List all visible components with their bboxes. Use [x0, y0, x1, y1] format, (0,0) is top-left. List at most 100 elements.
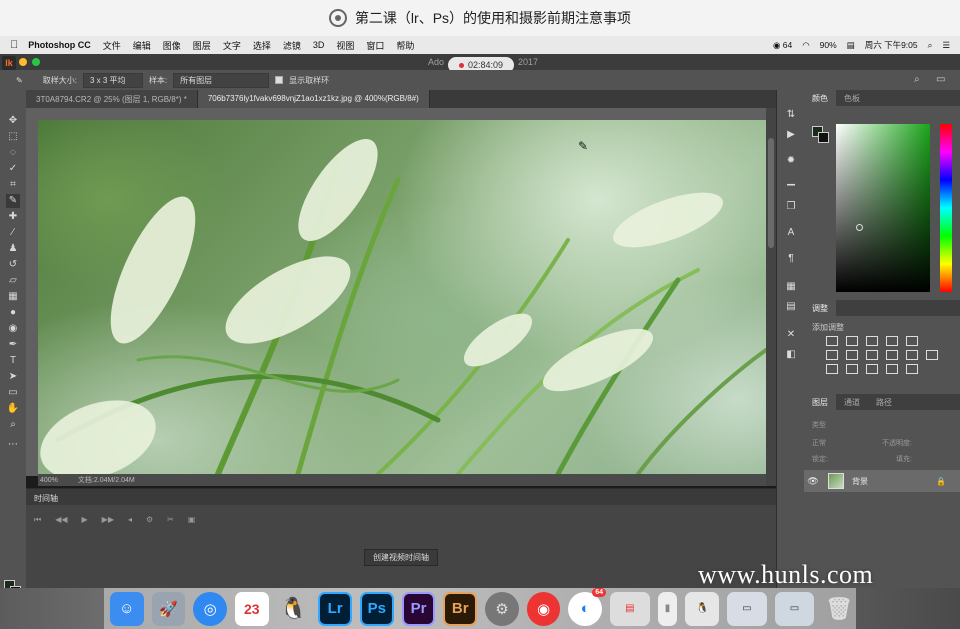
color-balance-icon[interactable] [846, 350, 858, 360]
audio-icon[interactable]: ◂ [128, 515, 132, 525]
apple-menu-icon[interactable]:  [10, 39, 18, 51]
system-preferences-icon[interactable]: ⚙ [485, 591, 519, 626]
split-icon[interactable]: ✂ [167, 515, 174, 525]
gradient-map-icon[interactable] [886, 364, 898, 374]
show-sampling-ring-checkbox[interactable] [275, 76, 284, 84]
channel-mixer-icon[interactable] [906, 350, 918, 360]
wifi-icon[interactable]: ◠ [802, 40, 809, 51]
zoom-tool-icon[interactable]: ⌕ [6, 418, 20, 432]
hue-slider[interactable] [940, 124, 952, 292]
color-picker-handle[interactable] [856, 224, 863, 231]
hue-saturation-icon[interactable] [826, 350, 838, 360]
blur-tool-icon[interactable]: ● [6, 306, 20, 320]
play-icon[interactable]: ▶ [82, 515, 88, 525]
canvas-scrollbar[interactable] [766, 108, 776, 486]
menu-edit[interactable]: 编辑 [133, 39, 151, 52]
brush-presets-icon[interactable]: ▁ [784, 174, 798, 188]
threshold-icon[interactable] [866, 364, 878, 374]
tab-color[interactable]: 颜色 [804, 90, 836, 106]
hand-tool-icon[interactable]: ✋ [6, 402, 20, 416]
app-menu[interactable]: Photoshop CC [28, 40, 91, 50]
workspace-switcher-icon[interactable]: ▭ [936, 74, 945, 85]
calendar-icon[interactable]: 23 [234, 591, 269, 626]
blend-mode-select[interactable]: 正常 [812, 438, 826, 448]
sample-layers-select[interactable]: 所有图层 [173, 72, 270, 88]
posterize-icon[interactable] [846, 364, 858, 374]
document-canvas[interactable]: ✎ [38, 120, 766, 474]
next-frame-icon[interactable]: ▶▶ [102, 515, 114, 525]
screenshot-thumbnail-icon[interactable]: ▤ [610, 591, 650, 626]
tab-paths[interactable]: 路径 [868, 394, 900, 410]
premiere-icon[interactable]: Pr [401, 591, 436, 626]
finder-icon[interactable]: ☺ [110, 591, 144, 626]
opacity-label[interactable]: 不透明度: [882, 438, 912, 448]
menu-filter[interactable]: 滤镜 [283, 39, 301, 52]
photoshop-icon[interactable]: Ps [359, 591, 394, 626]
paragraph-panel-icon[interactable]: ¶ [784, 252, 798, 266]
quick-select-tool-icon[interactable]: ✓ [6, 162, 20, 176]
tab-raw-document[interactable]: 3T0A8794.CR2 @ 25% (图层 1, RGB/8*) * [26, 90, 198, 108]
brightness-contrast-icon[interactable] [826, 336, 838, 346]
path-select-tool-icon[interactable]: ➤ [6, 370, 20, 384]
more-tools-icon[interactable]: ⋯ [6, 438, 20, 452]
search-icon[interactable]: ⌕ [914, 74, 920, 85]
type-tool-icon[interactable]: T [6, 354, 20, 368]
status-badge[interactable]: ◉ 64 [773, 40, 792, 51]
eyedropper-tool-icon[interactable]: ✎ [16, 76, 23, 85]
go-to-first-frame-icon[interactable]: ⏮ [34, 515, 41, 525]
spotlight-icon[interactable]: ⌕ [928, 40, 933, 51]
clone-stamp-tool-icon[interactable]: ♟ [6, 242, 20, 256]
crop-tool-icon[interactable]: ⌗ [6, 178, 20, 192]
bridge-icon[interactable]: Br [443, 591, 478, 626]
selective-color-icon[interactable] [906, 364, 918, 374]
menu-3d[interactable]: 3D [313, 40, 325, 50]
move-tool-icon[interactable]: ✥ [6, 114, 20, 128]
menu-select[interactable]: 选择 [253, 39, 271, 52]
panel-bg-swatch[interactable] [818, 132, 829, 143]
flag-icon[interactable]: ▤ [847, 40, 855, 51]
dodge-tool-icon[interactable]: ◉ [6, 322, 20, 336]
marquee-tool-icon[interactable]: ⬚ [6, 130, 20, 144]
menu-file[interactable]: 文件 [103, 39, 121, 52]
menu-view[interactable]: 视图 [336, 39, 354, 52]
create-video-timeline-button[interactable]: 创建视频时间轴 [364, 549, 438, 566]
battery-level[interactable]: 90% [820, 40, 837, 50]
layer-visibility-eye-icon[interactable]: 👁 [804, 476, 822, 487]
menu-window[interactable]: 窗口 [366, 39, 384, 52]
pen-tool-icon[interactable]: ✒ [6, 338, 20, 352]
settings-gear-icon[interactable]: ⚙ [146, 515, 153, 525]
document-thumbnail-icon[interactable]: ▮ [657, 591, 678, 626]
vibrance-icon[interactable] [906, 336, 918, 346]
history-brush-tool-icon[interactable]: ↺ [6, 258, 20, 272]
scrollbar-thumb[interactable] [768, 138, 774, 248]
layer-row-background[interactable]: 👁 背景 🔒 [804, 470, 960, 492]
black-white-icon[interactable] [866, 350, 878, 360]
fill-label[interactable]: 填充: [896, 454, 912, 464]
launchpad-icon[interactable]: 🚀 [151, 591, 186, 626]
menu-type[interactable]: 文字 [223, 39, 241, 52]
healing-tool-icon[interactable]: ✚ [6, 210, 20, 224]
display-window-thumbnail-icon[interactable]: ▭ [727, 591, 767, 626]
layer-kind-filter[interactable]: 类型 [812, 420, 826, 430]
levels-icon[interactable] [846, 336, 858, 346]
lightroom-icon[interactable]: Lr [318, 591, 352, 626]
previous-frame-icon[interactable]: ◀◀ [55, 515, 67, 525]
brush-tool-icon[interactable]: ∕ [6, 226, 20, 240]
timeline-tab[interactable]: 时间轴 [26, 489, 776, 505]
tab-adjustments[interactable]: 调整 [804, 300, 836, 316]
transition-icon[interactable]: ▣ [188, 515, 196, 525]
character-panel-icon[interactable]: A [784, 226, 798, 240]
clone-source-icon[interactable]: ❐ [784, 200, 798, 214]
qq-window-thumbnail-icon[interactable]: 🐧 [685, 591, 720, 626]
browser-icon[interactable]: ◐ 64 [568, 587, 607, 626]
invert-icon[interactable] [826, 364, 838, 374]
libraries-panel-icon[interactable]: ▤ [784, 300, 798, 314]
eyedropper-tool-icon-active[interactable]: ✎ [6, 194, 20, 208]
eraser-tool-icon[interactable]: ▱ [6, 274, 20, 288]
actions-panel-icon[interactable]: ▶ [784, 128, 798, 142]
safari-icon[interactable]: ◎ [193, 591, 227, 626]
gradient-tool-icon[interactable]: ▦ [6, 290, 20, 304]
trash-icon[interactable]: 🗑 [822, 592, 856, 626]
tab-layers[interactable]: 图层 [804, 394, 836, 410]
notification-center-icon[interactable]: ☰ [942, 40, 950, 51]
